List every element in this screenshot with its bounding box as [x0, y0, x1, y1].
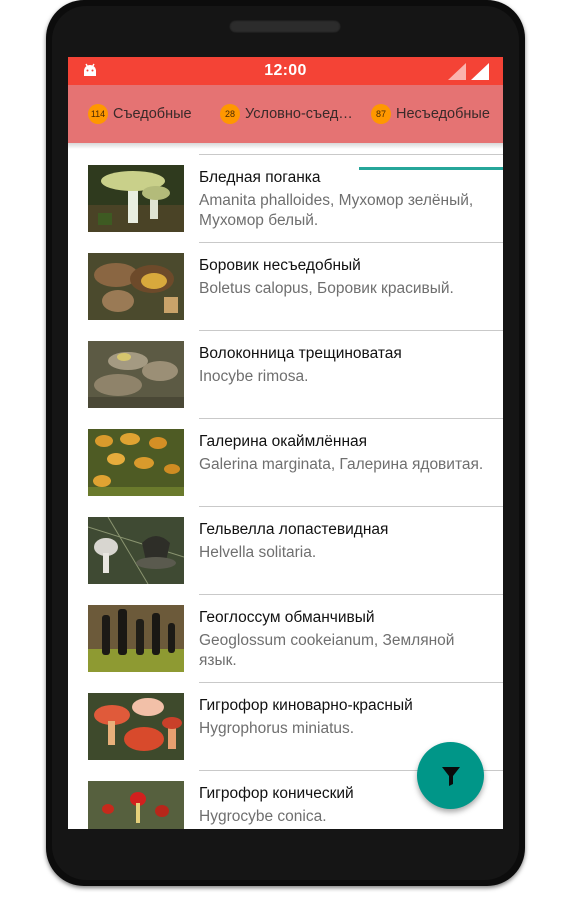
mushroom-name: Волоконница трещиноватая — [199, 345, 402, 362]
status-bar: 12:00 — [68, 57, 503, 85]
tab-inedible[interactable]: 87 Несъедобные — [371, 85, 490, 143]
tab-edible[interactable]: 114 Съедобные — [88, 85, 192, 143]
filter-icon — [441, 766, 460, 786]
list-item[interactable]: Бледная поганка Amanita phalloides, Мухо… — [68, 155, 503, 243]
app-screen: 12:00 114 Съедобные 28 Условно-съед… 87 … — [68, 57, 503, 829]
mushroom-name: Гигрофор киноварно-красный — [199, 697, 413, 714]
list-item[interactable]: Галерина окаймлённая Galerina marginata,… — [68, 419, 503, 507]
mushroom-photo — [88, 517, 184, 584]
status-time: 12:00 — [264, 62, 307, 79]
tab-count-badge: 87 — [371, 104, 391, 124]
mushroom-name: Галерина окаймлённая — [199, 433, 368, 450]
mushroom-photo — [88, 605, 184, 672]
category-tabs: 114 Съедобные 28 Условно-съед… 87 Несъед… — [68, 85, 503, 170]
tab-label: Условно-съед… — [245, 106, 353, 122]
mushroom-latin-name: Inocybe rimosa. — [199, 368, 309, 385]
list-item[interactable]: Гельвелла лопастевидная Helvella solitar… — [68, 507, 503, 595]
list-item[interactable]: Волоконница трещиноватая Inocybe rimosa. — [68, 331, 503, 419]
list-item[interactable]: Боровик несъедобный Boletus calopus, Бор… — [68, 243, 503, 331]
wifi-icon — [448, 63, 466, 80]
list-item[interactable]: Геоглоссум обманчивый Geoglossum cookeia… — [68, 595, 503, 683]
mushroom-latin-name: Helvella solitaria. — [199, 544, 317, 561]
mushroom-name: Геоглоссум обманчивый — [199, 609, 375, 626]
mushroom-photo — [88, 341, 184, 408]
mushroom-list[interactable]: Бледная поганка Amanita phalloides, Мухо… — [68, 143, 503, 829]
mushroom-latin-name: Amanita phalloides, Мухомор зелёный, Мух… — [199, 192, 474, 229]
mushroom-name: Бледная поганка — [199, 169, 321, 186]
tab-label: Несъедобные — [396, 106, 490, 122]
mushroom-photo — [88, 165, 184, 232]
tab-label: Съедобные — [113, 106, 192, 122]
mushroom-name: Боровик несъедобный — [199, 257, 361, 274]
list-top-shadow — [68, 143, 503, 149]
tab-count-badge: 114 — [88, 104, 108, 124]
mushroom-photo — [88, 429, 184, 496]
phone-speaker — [229, 20, 341, 33]
filter-button[interactable] — [417, 742, 484, 809]
mushroom-latin-name: Geoglossum cookeianum, Земляной язык. — [199, 632, 455, 669]
mushroom-latin-name: Hygrocybe conica. — [199, 808, 327, 825]
mushroom-latin-name: Hygrophorus miniatus. — [199, 720, 355, 737]
mushroom-name: Гельвелла лопастевидная — [199, 521, 389, 538]
mushroom-photo — [88, 781, 184, 829]
mushroom-latin-name: Galerina marginata, Галерина ядовитая. — [199, 456, 484, 473]
mushroom-photo — [88, 253, 184, 320]
tab-conditionally-edible[interactable]: 28 Условно-съед… — [220, 85, 358, 143]
mushroom-name: Гигрофор конический — [199, 785, 354, 802]
mushroom-photo — [88, 693, 184, 760]
signal-icon — [471, 63, 489, 80]
tab-count-badge: 28 — [220, 104, 240, 124]
mushroom-latin-name: Boletus calopus, Боровик красивый. — [199, 280, 454, 297]
